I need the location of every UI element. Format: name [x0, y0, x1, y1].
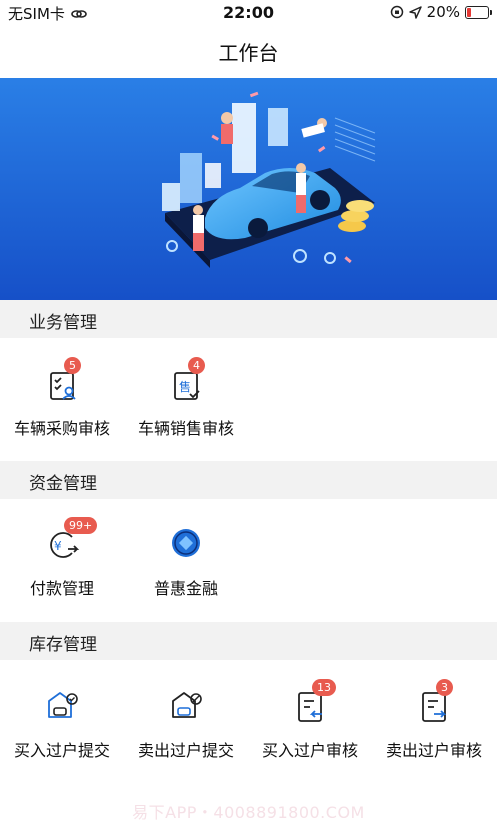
- page-title: 工作台: [218, 41, 279, 65]
- notification-badge: 99+: [64, 517, 98, 534]
- orientation-lock-icon: [390, 5, 403, 19]
- grid-item-label: 买入过户提交: [13, 741, 110, 760]
- grid-item-sale-review[interactable]: 售 4 车辆销售审核: [124, 357, 248, 439]
- grid-item-buy-transfer-submit[interactable]: 买入过户提交: [0, 687, 124, 761]
- promo-banner[interactable]: [0, 78, 497, 300]
- grid-item-purchase-review[interactable]: 5 车辆采购审核: [0, 357, 124, 439]
- sell-transfer-submit-icon: [172, 692, 202, 718]
- grid-item-finance[interactable]: 普惠金融: [124, 525, 248, 599]
- location-arrow-icon: [408, 5, 422, 19]
- grid-item-label: 车辆采购审核: [13, 419, 110, 438]
- section-header-inventory: 库存管理: [0, 622, 497, 660]
- nav-bar: 工作台: [0, 26, 497, 76]
- section-title: 资金管理: [29, 474, 97, 494]
- grid-item-payment[interactable]: ¥ 99+ 付款管理: [0, 517, 124, 599]
- grid-item-label: 车辆销售审核: [137, 419, 234, 438]
- status-bar: 无SIM卡 22:00 20%: [0, 0, 497, 26]
- grid-item-label: 卖出过户审核: [385, 741, 482, 760]
- notification-badge: 3: [436, 679, 453, 696]
- grid-item-sell-transfer-submit[interactable]: 卖出过户提交: [124, 687, 248, 761]
- grid-item-sell-transfer-review[interactable]: 3 卖出过户审核: [372, 679, 496, 761]
- grid-item-label: 普惠金融: [153, 579, 218, 598]
- watermark-text: 易下APP・4008891800.COM: [132, 803, 365, 822]
- notification-badge: 5: [64, 357, 81, 374]
- banner-illustration: [0, 78, 497, 300]
- grid-item-label: 付款管理: [29, 579, 94, 598]
- grid-item-label: 卖出过户提交: [137, 741, 234, 760]
- section-header-funds: 资金管理: [0, 461, 497, 499]
- svg-text:售: 售: [179, 379, 191, 394]
- section-header-business: 业务管理: [0, 300, 497, 338]
- battery-icon: [465, 5, 492, 19]
- grid-item-buy-transfer-review[interactable]: 13 买入过户审核: [248, 679, 372, 761]
- battery-level-fill: [467, 7, 472, 17]
- finance-icon: [172, 529, 200, 557]
- section-title: 库存管理: [29, 635, 97, 655]
- status-right: 20%: [390, 3, 492, 21]
- notification-badge: 4: [188, 357, 205, 374]
- section-title: 业务管理: [29, 313, 97, 333]
- svg-text:¥: ¥: [54, 539, 62, 553]
- battery-percent: 20%: [426, 3, 460, 21]
- notification-badge: 13: [312, 679, 336, 696]
- buy-transfer-submit-icon: [48, 692, 78, 718]
- grid-item-label: 买入过户审核: [261, 741, 358, 760]
